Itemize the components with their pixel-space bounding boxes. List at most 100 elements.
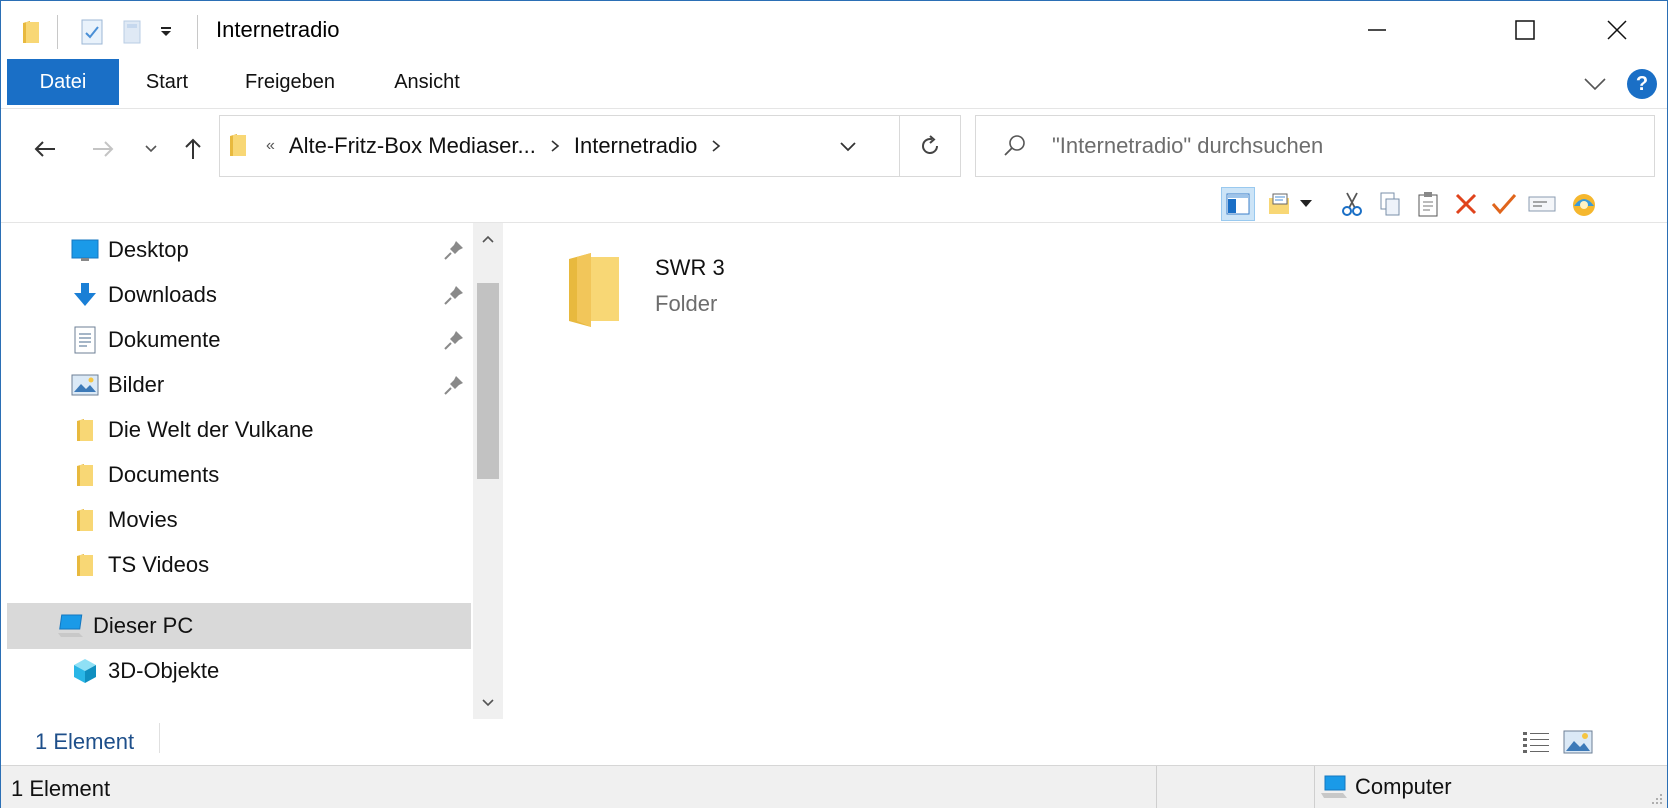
chevron-down-icon bbox=[145, 145, 157, 153]
navigation-bar: « Alte-Fritz-Box Mediaser... Internetrad… bbox=[1, 109, 1667, 185]
chevron-right-icon[interactable] bbox=[711, 139, 721, 153]
chevron-right-icon[interactable] bbox=[550, 139, 560, 153]
delete-icon[interactable] bbox=[1449, 187, 1483, 221]
refresh-icon bbox=[922, 135, 938, 154]
scroll-down-icon[interactable] bbox=[480, 695, 496, 711]
pin-icon[interactable] bbox=[443, 284, 465, 306]
copy-icon[interactable] bbox=[1373, 187, 1407, 221]
tab-datei[interactable]: Datei bbox=[7, 59, 119, 105]
pane-layout-icon bbox=[1226, 193, 1250, 215]
nav-item-downloads[interactable]: Downloads bbox=[7, 272, 471, 318]
pin-icon[interactable] bbox=[443, 374, 465, 396]
breadcrumb-overflow[interactable]: « bbox=[266, 137, 275, 155]
shell-extension-icon[interactable] bbox=[1567, 187, 1601, 221]
scroll-up-icon[interactable] bbox=[480, 231, 496, 247]
nav-item-dieser-pc[interactable]: Dieser PC bbox=[7, 603, 471, 649]
document-icon bbox=[71, 326, 99, 354]
back-button[interactable] bbox=[27, 131, 63, 167]
folder-icon bbox=[71, 416, 99, 444]
new-folder-icon[interactable] bbox=[121, 17, 143, 47]
file-type: Folder bbox=[655, 291, 718, 316]
tab-freigeben[interactable]: Freigeben bbox=[237, 59, 343, 105]
view-options-button[interactable] bbox=[1263, 187, 1297, 221]
resize-grip-icon[interactable] bbox=[1649, 791, 1663, 805]
nav-item-label: Documents bbox=[108, 462, 220, 487]
nav-item-label: 3D-Objekte bbox=[108, 658, 220, 683]
pin-icon[interactable] bbox=[443, 329, 465, 351]
large-icons-view-icon[interactable] bbox=[1563, 729, 1593, 755]
scrollbar-thumb[interactable] bbox=[477, 283, 499, 479]
refresh-button[interactable] bbox=[899, 115, 961, 177]
nav-item-label: Downloads bbox=[108, 282, 217, 307]
download-arrow-icon bbox=[71, 281, 99, 309]
file-item-swr-3[interactable]: SWR 3 Folder bbox=[563, 243, 763, 343]
nav-item-die-welt-der-vulkane[interactable]: Die Welt der Vulkane bbox=[7, 407, 471, 453]
search-box[interactable] bbox=[975, 115, 1655, 177]
quick-access-dropdown-icon[interactable] bbox=[159, 17, 173, 47]
up-button[interactable] bbox=[175, 131, 211, 167]
view-options-dropdown-icon[interactable] bbox=[1295, 187, 1317, 221]
status-item-count: 1 Element bbox=[11, 776, 111, 801]
explorer-window: Internetradio Datei Start Freigeben Ansi… bbox=[0, 0, 1668, 808]
navigation-pane-scrollbar[interactable] bbox=[473, 223, 503, 719]
address-history-chevron-icon[interactable] bbox=[838, 136, 858, 156]
nav-item-movies[interactable]: Movies bbox=[7, 497, 471, 543]
rename-icon[interactable] bbox=[1525, 187, 1559, 221]
computer-icon bbox=[57, 612, 85, 640]
title-bar: Internetradio bbox=[1, 1, 1667, 59]
nav-item-documents[interactable]: Documents bbox=[7, 452, 471, 498]
file-list-pane: SWR 3 Folder bbox=[503, 223, 1663, 723]
navigation-pane-toggle-button[interactable] bbox=[1221, 187, 1255, 221]
nav-item-bilder[interactable]: Bilder bbox=[7, 362, 471, 408]
checkmark-icon[interactable] bbox=[1487, 187, 1521, 221]
nav-item-ts-videos[interactable]: TS Videos bbox=[7, 542, 471, 588]
forward-button[interactable] bbox=[85, 131, 121, 167]
folder-icon bbox=[228, 132, 250, 160]
ribbon-tabs: Datei Start Freigeben Ansicht ? bbox=[1, 59, 1667, 109]
desktop-icon bbox=[71, 236, 99, 264]
minimize-icon bbox=[1368, 29, 1386, 31]
status-bar: 1 Element Computer bbox=[1, 765, 1667, 808]
address-bar[interactable]: « Alte-Fritz-Box Mediaser... Internetrad… bbox=[219, 115, 961, 177]
status-location: Computer bbox=[1319, 774, 1452, 800]
navigation-pane: Desktop Downloads Dokumente Bilder Die W… bbox=[7, 223, 503, 719]
cut-icon[interactable] bbox=[1335, 187, 1369, 221]
breadcrumb-item[interactable]: Alte-Fritz-Box Mediaser... bbox=[289, 133, 536, 159]
status-location-label: Computer bbox=[1355, 774, 1452, 799]
nav-item-label: Bilder bbox=[108, 372, 165, 397]
tab-ansicht[interactable]: Ansicht bbox=[385, 59, 469, 105]
properties-icon[interactable] bbox=[79, 17, 105, 47]
tab-start[interactable]: Start bbox=[133, 59, 201, 105]
nav-item-label: Movies bbox=[108, 507, 178, 532]
nav-item-3d-objekte[interactable]: 3D-Objekte bbox=[7, 648, 471, 694]
file-name: SWR 3 bbox=[655, 255, 725, 280]
maximize-button[interactable] bbox=[1479, 1, 1571, 59]
close-button[interactable] bbox=[1571, 1, 1663, 59]
nav-item-label: Desktop bbox=[108, 237, 189, 262]
nav-item-label: Dieser PC bbox=[93, 613, 194, 638]
paste-icon[interactable] bbox=[1411, 187, 1445, 221]
close-icon bbox=[1607, 20, 1627, 40]
nav-item-dokumente[interactable]: Dokumente bbox=[7, 317, 471, 363]
nav-item-label: TS Videos bbox=[108, 552, 210, 577]
item-count: 1 Element bbox=[35, 729, 135, 754]
details-view-icon[interactable] bbox=[1521, 729, 1551, 755]
nav-item-desktop[interactable]: Desktop bbox=[7, 227, 471, 273]
help-button[interactable]: ? bbox=[1627, 69, 1657, 99]
folder-icon[interactable] bbox=[21, 17, 41, 47]
computer-icon bbox=[1321, 775, 1347, 798]
up-arrow-icon bbox=[185, 138, 201, 159]
back-arrow-icon bbox=[34, 141, 55, 157]
expand-ribbon-chevron-icon[interactable] bbox=[1581, 71, 1609, 95]
title-separator bbox=[197, 15, 198, 49]
cube-3d-icon bbox=[71, 657, 99, 685]
folder-options-icon bbox=[1269, 193, 1289, 214]
breadcrumb-item[interactable]: Internetradio bbox=[574, 133, 698, 159]
nav-item-label: Die Welt der Vulkane bbox=[108, 417, 314, 442]
pin-icon[interactable] bbox=[443, 239, 465, 261]
recent-locations-button[interactable] bbox=[133, 131, 169, 167]
folder-icon bbox=[71, 506, 99, 534]
minimize-button[interactable] bbox=[1331, 1, 1423, 59]
folder-icon bbox=[71, 551, 99, 579]
search-input[interactable] bbox=[1052, 133, 1612, 159]
